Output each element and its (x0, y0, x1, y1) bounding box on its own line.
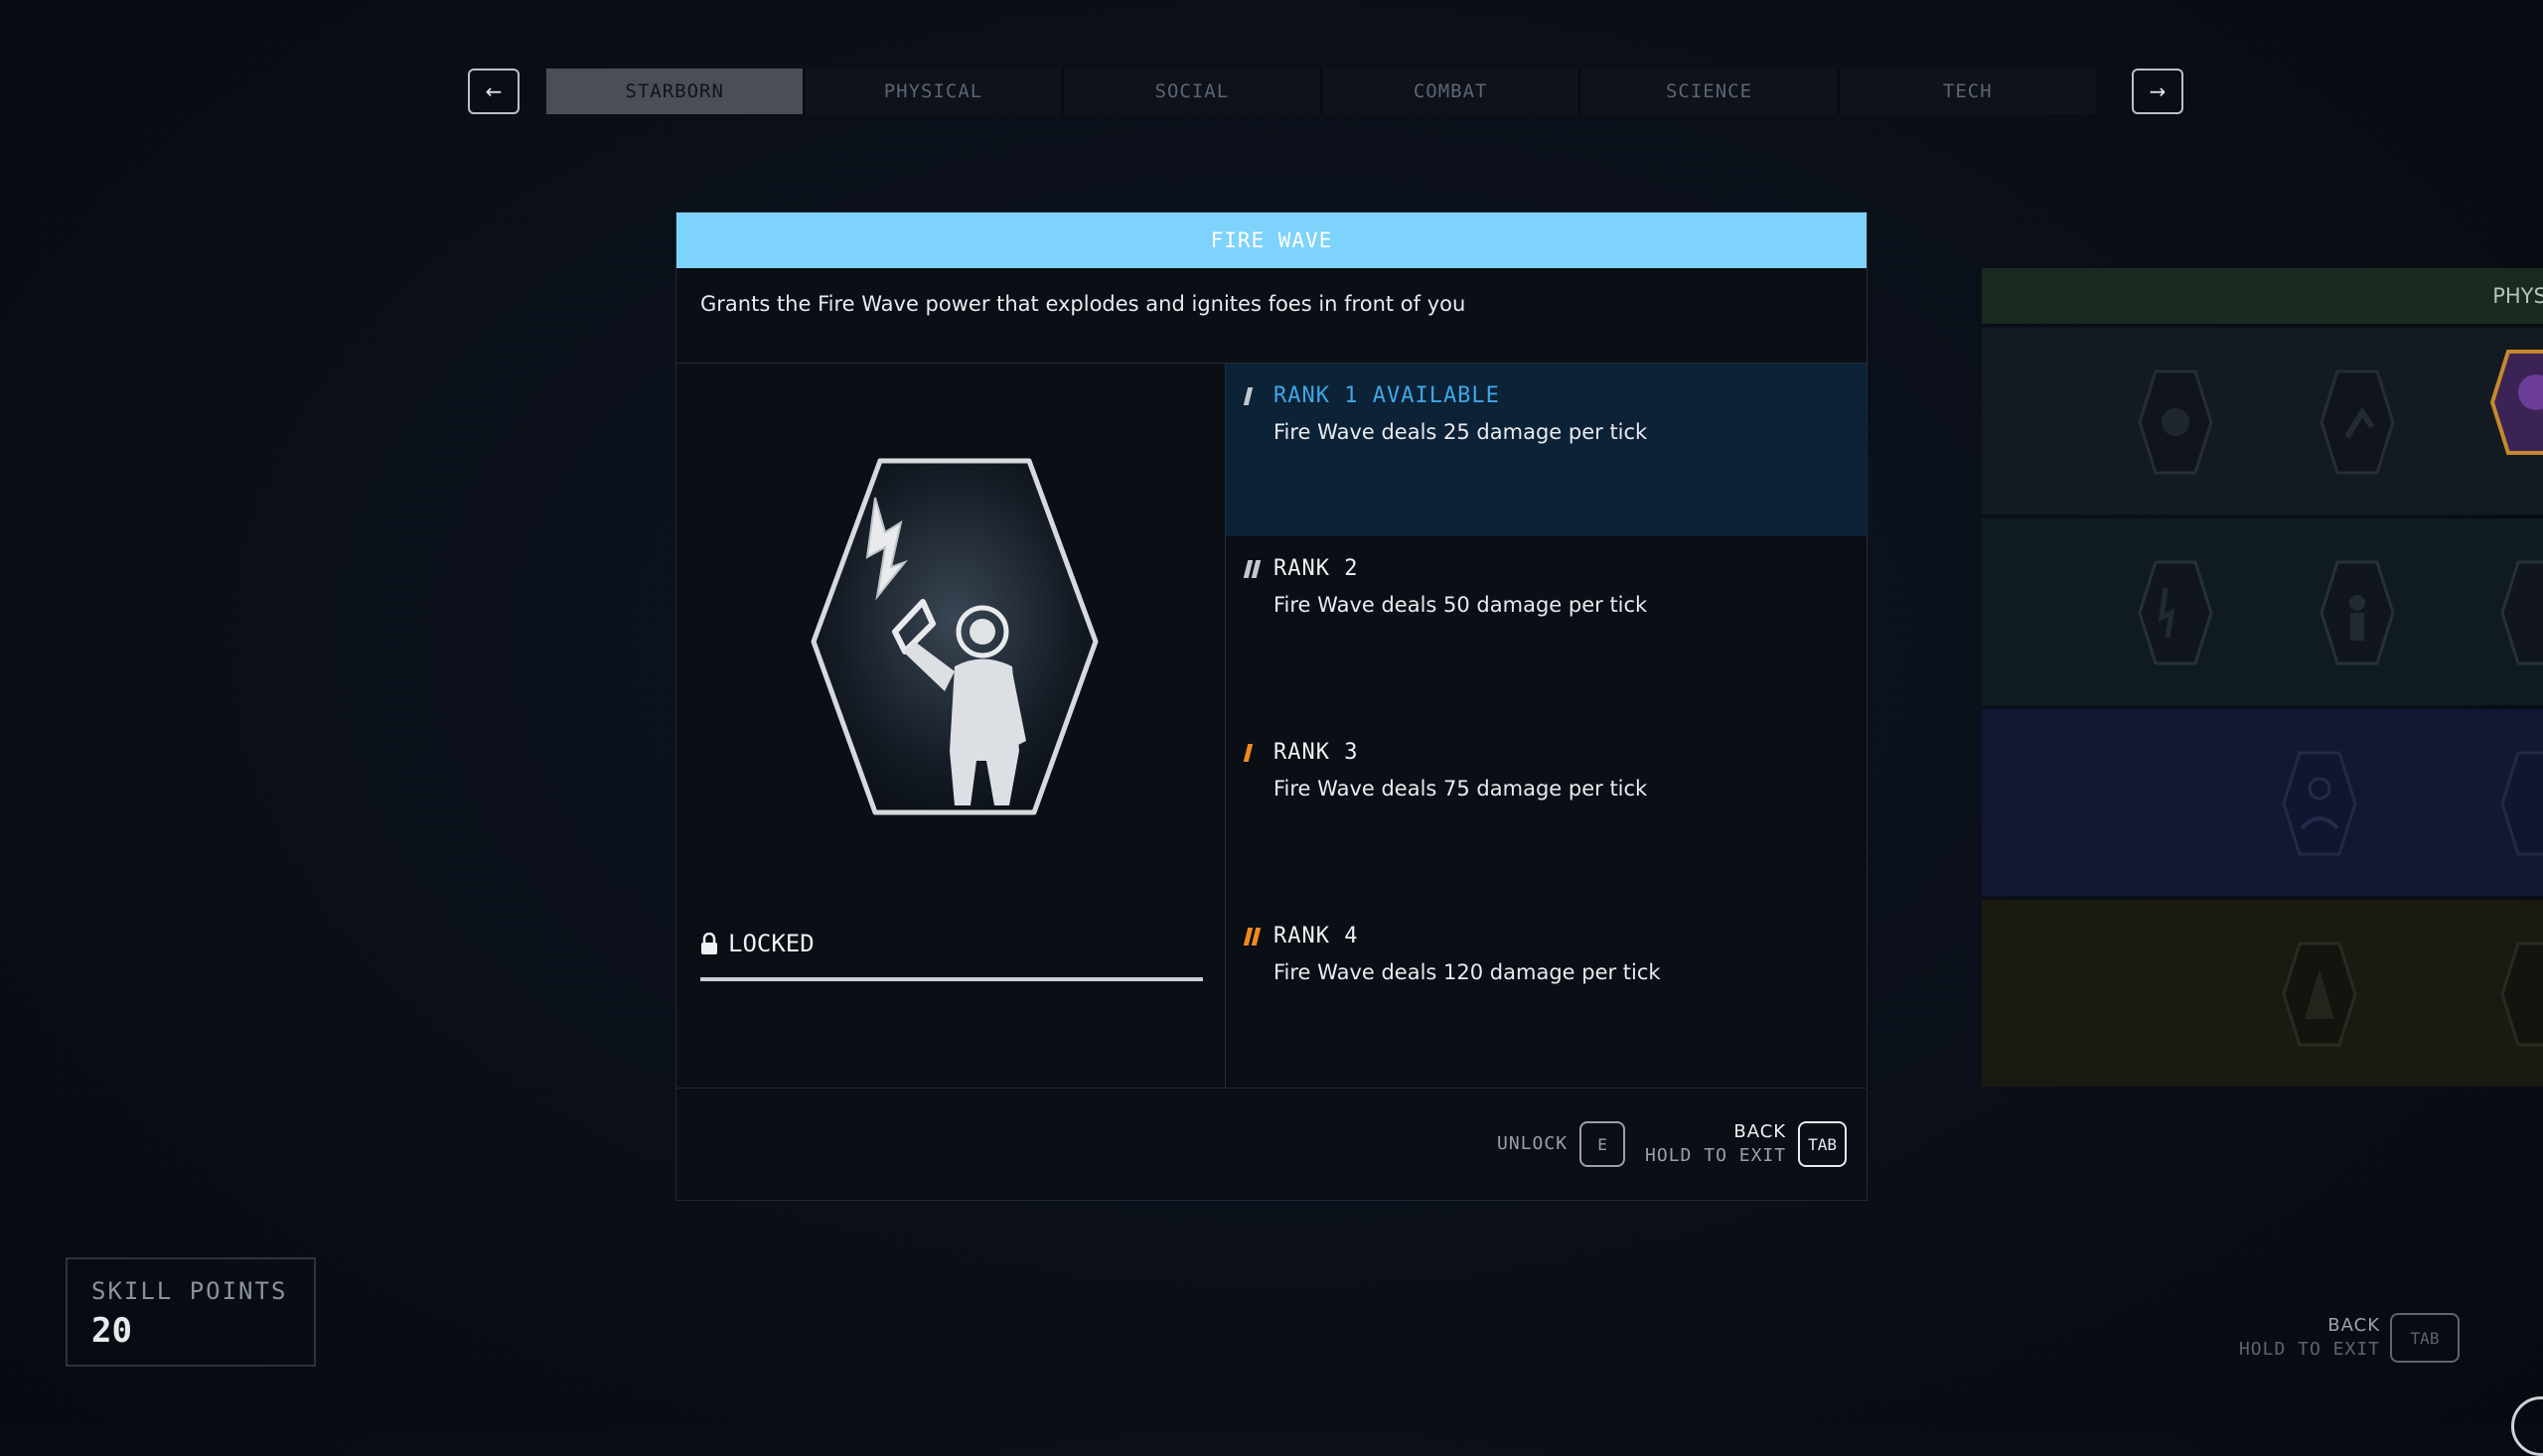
skill-points-box: SKILL POINTS 20 (66, 1257, 316, 1367)
rank-4[interactable]: RANK 4 Fire Wave deals 120 damage per ti… (1226, 904, 1867, 1088)
tab-physical[interactable]: PHYSICAL (805, 69, 1064, 114)
unlock-progress-bar (700, 977, 1203, 981)
bottom-back-hint[interactable]: BACK HOLD TO EXIT TAB (2239, 1313, 2460, 1363)
unlock-hint[interactable]: UNLOCK E (1497, 1121, 1626, 1167)
skill-points-label: SKILL POINTS (91, 1277, 288, 1305)
rank-2-text: Fire Wave deals 50 damage per tick (1273, 593, 1648, 617)
rank-3-text: Fire Wave deals 75 damage per tick (1273, 777, 1648, 801)
tab-science[interactable]: SCIENCE (1580, 69, 1840, 114)
meditation-skill-icon[interactable] (2280, 749, 2359, 858)
tab-key[interactable]: TAB (1798, 1121, 1847, 1167)
gear-skill-icon[interactable] (2498, 940, 2543, 1049)
rank-4-title: RANK 4 (1273, 924, 1359, 948)
hooded-figure-skill-icon[interactable] (2280, 940, 2359, 1049)
bottom-tab-key[interactable]: TAB (2390, 1313, 2460, 1363)
skill-description: Grants the Fire Wave power that explodes… (676, 268, 1867, 364)
skill-body: LOCKED RANK 1 AVAILABLE Fire Wave deals … (676, 364, 1867, 1089)
tab-starborn[interactable]: STARBORN (546, 69, 806, 114)
rank-1[interactable]: RANK 1 AVAILABLE Fire Wave deals 25 dama… (1226, 364, 1867, 536)
tab-social[interactable]: SOCIAL (1063, 69, 1322, 114)
prev-category-button[interactable]: ← (468, 69, 520, 114)
rank-3[interactable]: RANK 3 Fire Wave deals 75 damage per tic… (1226, 720, 1867, 904)
rank-4-marks-icon (1243, 927, 1262, 946)
lightning-skill-icon[interactable] (2136, 558, 2215, 667)
skill-detail-panel: FIRE WAVE Grants the Fire Wave power tha… (675, 212, 1868, 1201)
rank-4-text: Fire Wave deals 120 damage per tick (1273, 960, 1661, 984)
arrow-left-icon: ← (485, 79, 503, 103)
bottom-hold-label: HOLD TO EXIT (2238, 1339, 2380, 1360)
astronaut-lightning-badge-icon (811, 458, 1099, 815)
locked-status: LOCKED (700, 930, 815, 957)
skill-tree-preview: PHYSI (1982, 268, 2543, 1092)
rank-2-title: RANK 2 (1273, 556, 1359, 581)
purple-alien-skill-icon[interactable] (2488, 348, 2543, 457)
tab-tech[interactable]: TECH (1839, 69, 2096, 114)
lock-icon (701, 933, 717, 954)
rank-1-text: Fire Wave deals 25 damage per tick (1273, 420, 1648, 444)
orbit-skill-icon[interactable] (2498, 558, 2543, 667)
unlock-label: UNLOCK (1497, 1133, 1569, 1154)
tree-row-3 (1982, 709, 2543, 896)
skill-title: FIRE WAVE (676, 213, 1867, 268)
arrow-right-icon: → (2149, 79, 2167, 103)
tree-row-1 (1982, 328, 2543, 514)
tree-category-header: PHYSI (1982, 268, 2543, 324)
panel-footer: UNLOCK E BACK HOLD TO EXIT TAB (676, 1089, 1867, 1200)
rank-3-title: RANK 3 (1273, 740, 1359, 765)
rank-1-title: RANK 1 AVAILABLE (1273, 383, 1500, 408)
back-label: BACK (1733, 1121, 1787, 1142)
rank-2[interactable]: RANK 2 Fire Wave deals 50 damage per tic… (1226, 536, 1867, 720)
rank-2-marks-icon (1243, 559, 1262, 579)
tree-row-2 (1982, 518, 2543, 705)
rank-1-marks-icon (1243, 386, 1262, 406)
skill-points-value: 20 (91, 1311, 132, 1351)
astronaut-skill-icon[interactable] (2318, 558, 2397, 667)
fist-skill-icon[interactable] (2136, 367, 2215, 477)
category-tabs: STARBORN PHYSICAL SOCIAL COMBAT SCIENCE … (546, 69, 2096, 114)
back-hint[interactable]: BACK HOLD TO EXIT TAB (1645, 1120, 1847, 1168)
skill-badge-area: LOCKED (676, 364, 1226, 1088)
rank-3-marks-icon (1243, 743, 1262, 763)
tab-combat[interactable]: COMBAT (1321, 69, 1581, 114)
rank-list: RANK 1 AVAILABLE Fire Wave deals 25 dama… (1226, 364, 1867, 1088)
runner-skill-icon[interactable] (2318, 367, 2397, 477)
bottom-back-label: BACK (2327, 1315, 2380, 1336)
atom-skill-icon[interactable] (2498, 749, 2543, 858)
locked-label: LOCKED (728, 930, 815, 957)
next-category-button[interactable]: → (2132, 69, 2183, 114)
unlock-key[interactable]: E (1579, 1121, 1626, 1167)
loading-ring-icon (2511, 1396, 2543, 1456)
tree-row-4 (1982, 900, 2543, 1087)
hold-to-exit-label: HOLD TO EXIT (1645, 1145, 1787, 1166)
